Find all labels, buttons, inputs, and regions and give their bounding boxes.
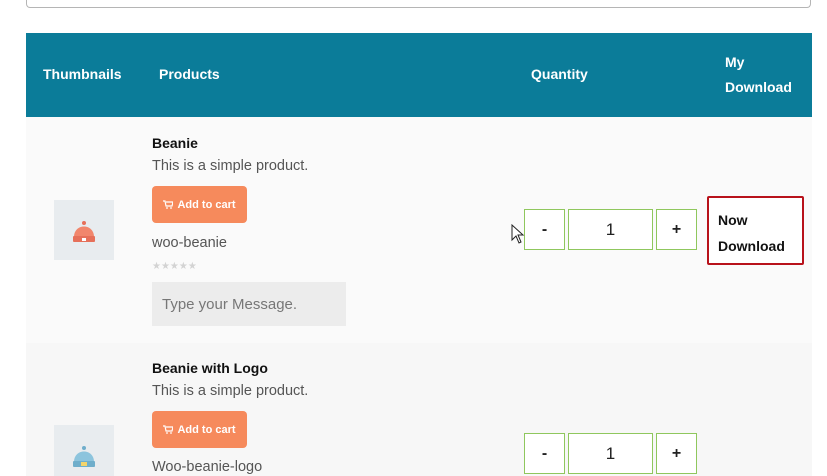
quantity-stepper: - + (524, 209, 697, 250)
product-thumbnail[interactable] (54, 425, 114, 476)
product-description: This is a simple product. (152, 383, 309, 399)
header-quantity: Quantity (531, 66, 588, 82)
table-row: Beanie with Logo This is a simple produc… (26, 343, 812, 476)
quantity-decrease-button[interactable]: - (524, 433, 565, 474)
cart-icon (163, 200, 174, 209)
header-my-download: My Download (725, 54, 792, 95)
product-name[interactable]: Beanie (152, 135, 198, 151)
table-row: Beanie This is a simple product. Add to … (26, 117, 812, 343)
add-to-cart-button[interactable]: Add to cart (152, 186, 247, 223)
add-to-cart-label: Add to cart (177, 423, 236, 436)
message-input[interactable] (152, 282, 346, 326)
add-to-cart-label: Add to cart (177, 198, 236, 211)
quantity-stepper: - + (524, 433, 697, 474)
quantity-increase-button[interactable]: + (656, 433, 697, 474)
beanie-logo-image-icon (73, 446, 95, 467)
add-to-cart-button[interactable]: Add to cart (152, 411, 247, 448)
product-name[interactable]: Beanie with Logo (152, 360, 268, 376)
product-description: This is a simple product. (152, 158, 309, 174)
cart-icon (163, 425, 174, 434)
product-thumbnail[interactable] (54, 200, 114, 260)
now-download-button[interactable]: Now Download (707, 196, 804, 265)
table-header: Thumbnails Products Quantity My Download (26, 33, 812, 117)
quantity-increase-button[interactable]: + (656, 209, 697, 250)
quantity-decrease-button[interactable]: - (524, 209, 565, 250)
mouse-pointer-icon (511, 224, 525, 244)
beanie-image-icon (73, 221, 95, 242)
quantity-input[interactable] (568, 433, 653, 474)
rating-stars: ★★★★★ (152, 261, 197, 272)
product-slug: woo-beanie (152, 235, 227, 251)
header-products: Products (159, 66, 220, 82)
product-table: Thumbnails Products Quantity My Download (26, 33, 812, 117)
product-slug: Woo-beanie-logo (152, 459, 263, 475)
quantity-input[interactable] (568, 209, 653, 250)
header-thumbnails: Thumbnails (43, 66, 122, 82)
top-input-box[interactable] (26, 0, 811, 8)
